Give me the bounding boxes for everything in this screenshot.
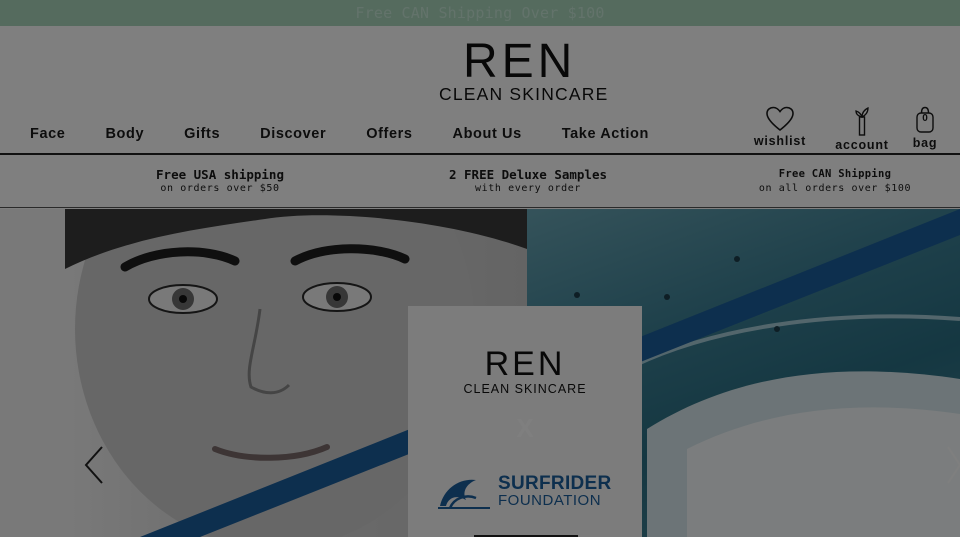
modal-backdrop-overlay[interactable] [0, 0, 960, 537]
